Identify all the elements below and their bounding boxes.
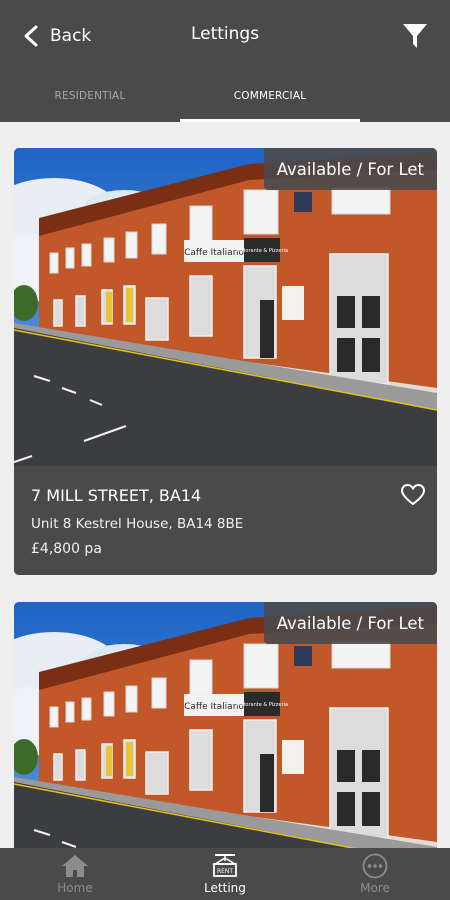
favorite-heart-icon[interactable]: [401, 484, 425, 506]
nav-more-label: More: [360, 881, 390, 895]
tab-commercial[interactable]: COMMERCIAL: [180, 90, 360, 102]
bottom-navigation: Home RENT Letting More: [0, 848, 450, 900]
app-bar: Back Lettings RESIDENTIAL COMMERCIAL: [0, 0, 450, 122]
nav-home-label: Home: [57, 881, 93, 895]
filter-icon[interactable]: [402, 22, 428, 50]
top-bar: Back Lettings: [0, 0, 450, 72]
page-title: Lettings: [190, 24, 260, 44]
listings-list[interactable]: Caffe Italiano Ristorante & Pizzeria Ava…: [0, 122, 450, 848]
rent-sign-text: RENT: [217, 868, 233, 875]
listing-subtitle: Unit 8 Kestrel House, BA14 8BE: [31, 516, 244, 532]
nav-letting-label: Letting: [204, 881, 246, 895]
nav-letting[interactable]: RENT Letting: [150, 848, 300, 900]
listing-info: 7 MILL STREET, BA14 Unit 8 Kestrel House…: [14, 466, 437, 575]
listing-photo: Caffe Italiano Ristorante & Pizzeria: [14, 148, 437, 466]
shop-sign-subtext: Ristorante & Pizzeria: [236, 248, 288, 254]
listing-type-tabs: RESIDENTIAL COMMERCIAL: [0, 72, 450, 122]
status-badge: Available / For Let: [263, 602, 437, 644]
tab-residential[interactable]: RESIDENTIAL: [0, 90, 180, 102]
listing-address: 7 MILL STREET, BA14: [31, 486, 202, 505]
listing-card[interactable]: Caffe Italiano Ristorante & Pizzeria Ava…: [14, 602, 437, 848]
more-dots-icon: [362, 853, 388, 879]
shop-sign-subtext: Ristorante & Pizzeria: [236, 702, 288, 708]
for-rent-sign-icon: RENT: [212, 854, 238, 877]
nav-home[interactable]: Home: [0, 848, 150, 900]
nav-more[interactable]: More: [300, 848, 450, 900]
listing-price: £4,800 pa: [31, 541, 102, 557]
listing-card[interactable]: Caffe Italiano Ristorante & Pizzeria Ava…: [14, 148, 437, 575]
status-badge: Available / For Let: [263, 148, 437, 190]
home-icon: [62, 855, 88, 877]
